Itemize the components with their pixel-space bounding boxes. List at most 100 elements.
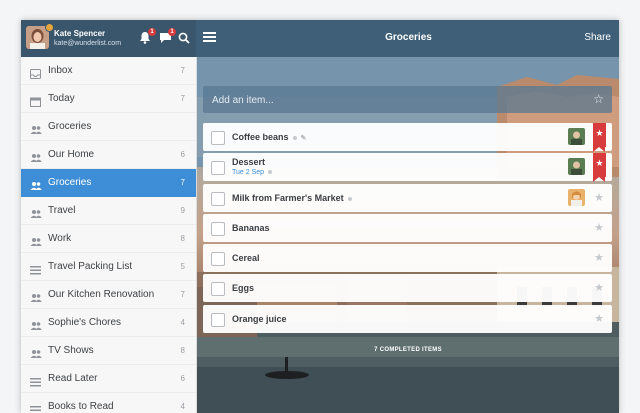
inbox-icon (30, 66, 41, 79)
sidebar-item-label: Books to Read (48, 401, 114, 412)
comments-button[interactable]: 1 (159, 28, 176, 45)
sidebar-item-count: 7 (180, 178, 185, 187)
sidebar-item-label: Sophie's Chores (48, 317, 122, 328)
task-title: Eggs (232, 283, 255, 293)
star-icon[interactable]: ★ (594, 281, 604, 294)
task-title: Milk from Farmer's Market (232, 193, 352, 203)
comment-badge: 1 (168, 28, 176, 36)
sidebar-item-label: Today (48, 93, 75, 104)
people-icon (30, 318, 42, 330)
sidebar-item-read-later[interactable]: Read Later 6 (21, 365, 196, 393)
sidebar-item-count: 9 (180, 206, 185, 215)
list-title: Groceries (385, 32, 432, 43)
assignee-avatar (568, 128, 585, 145)
task-item[interactable]: Milk from Farmer's Market ★ (203, 184, 612, 212)
notifications-button[interactable]: 1 (139, 28, 156, 45)
star-icon[interactable]: ☆ (593, 92, 604, 106)
sidebar-item-count: 7 (180, 94, 185, 103)
note-dot-icon (292, 135, 297, 140)
sidebar-item-groceries[interactable]: Groceries 7 (21, 169, 196, 197)
task-list-area: ☆ Coffee beans✎ ★ Dessert Tue 2 Sep ★ Mi… (197, 57, 619, 413)
people-icon (30, 346, 42, 358)
user-name: Kate Spencer (54, 29, 106, 38)
paperclip-icon: ✎ (300, 134, 307, 142)
sidebar-item-count: 4 (180, 318, 185, 327)
add-item-input[interactable] (203, 86, 584, 115)
list-icon (30, 402, 41, 412)
task-item[interactable]: Orange juice ★ (203, 305, 612, 333)
note-dot-icon (347, 196, 352, 201)
sidebar-item-inbox[interactable]: Inbox 7 (21, 57, 196, 85)
sidebar-item-today[interactable]: Today 7 (21, 85, 196, 113)
sidebar-item-label: Travel Packing List (48, 261, 133, 272)
app-window: Kate Spencer kate@wunderlist.com 1 1 Gro… (21, 20, 619, 413)
sidebar-item-count: 6 (180, 374, 185, 383)
star-icon: ★ (595, 128, 604, 138)
calendar-icon (30, 94, 41, 107)
task-checkbox[interactable] (211, 313, 225, 327)
note-dot-icon (268, 170, 273, 175)
task-checkbox[interactable] (211, 252, 225, 266)
task-title: Bananas (232, 223, 270, 233)
task-item[interactable]: Bananas ★ (203, 214, 612, 242)
list-icon (30, 262, 41, 275)
task-checkbox[interactable] (211, 282, 225, 296)
sidebar-item-work[interactable]: Work 8 (21, 225, 196, 253)
user-panel[interactable]: Kate Spencer kate@wunderlist.com 1 1 (21, 20, 196, 57)
sidebar-item-travel-packing-list[interactable]: Travel Packing List 5 (21, 253, 196, 281)
task-title: Dessert (232, 157, 266, 167)
sidebar-item-books-to-read[interactable]: Books to Read 4 (21, 393, 196, 413)
sidebar: Inbox 7 Today 7 Groceries Our Home 6 Groceries 7… (21, 57, 197, 413)
sidebar-item-label: Travel (48, 205, 76, 216)
task-due-date: Tue 2 Sep (232, 169, 273, 176)
starred-flag[interactable]: ★ (593, 123, 606, 152)
sidebar-item-label: Inbox (48, 65, 73, 76)
sidebar-item-tv-shows[interactable]: TV Shows 8 (21, 337, 196, 365)
star-icon[interactable]: ★ (594, 312, 604, 325)
task-checkbox[interactable] (211, 131, 225, 145)
task-item[interactable]: Dessert Tue 2 Sep ★ (203, 153, 612, 182)
presence-dot (45, 23, 54, 32)
sidebar-item-label: TV Shows (48, 345, 94, 356)
sidebar-item-count: 8 (180, 234, 185, 243)
share-button[interactable]: Share (584, 32, 611, 43)
sidebar-item-label: Read Later (48, 373, 98, 384)
people-icon (30, 150, 42, 162)
people-icon (30, 122, 42, 134)
sidebar-item-count: 4 (180, 402, 185, 411)
people-icon (30, 178, 42, 190)
sidebar-item-sophie-s-chores[interactable]: Sophie's Chores 4 (21, 309, 196, 337)
list-icon (30, 374, 41, 387)
add-item-bar: ☆ (203, 86, 612, 115)
task-item[interactable]: Eggs ★ (203, 274, 612, 302)
sidebar-item-count: 5 (180, 262, 185, 271)
sidebar-item-groceries[interactable]: Groceries (21, 113, 196, 141)
task-title: Orange juice (232, 314, 287, 324)
star-icon[interactable]: ★ (594, 251, 604, 264)
sidebar-item-travel[interactable]: Travel 9 (21, 197, 196, 225)
sidebar-item-our-home[interactable]: Our Home 6 (21, 141, 196, 169)
star-icon[interactable]: ★ (594, 191, 604, 204)
search-button[interactable] (178, 31, 192, 45)
people-icon (30, 234, 42, 246)
task-checkbox[interactable] (211, 222, 225, 236)
sidebar-item-label: Groceries (48, 121, 92, 132)
task-item[interactable]: Coffee beans ✎ ★ (203, 123, 612, 152)
people-icon (30, 206, 42, 218)
sidebar-item-label: Our Home (48, 149, 95, 160)
task-item[interactable]: Cereal ★ (203, 244, 612, 272)
hamburger-menu-button[interactable] (203, 32, 216, 43)
people-icon (30, 290, 42, 302)
notification-badge: 1 (148, 28, 156, 36)
starred-flag[interactable]: ★ (593, 153, 606, 182)
completed-items-toggle[interactable]: 7 COMPLETED ITEMS (197, 347, 619, 353)
task-checkbox[interactable] (211, 161, 225, 175)
task-checkbox[interactable] (211, 192, 225, 206)
star-icon[interactable]: ★ (594, 221, 604, 234)
sidebar-item-our-kitchen-renovation[interactable]: Our Kitchen Renovation 7 (21, 281, 196, 309)
top-bar: Kate Spencer kate@wunderlist.com 1 1 Gro… (21, 20, 619, 57)
sidebar-item-label: Work (48, 233, 72, 244)
sidebar-item-count: 7 (180, 66, 185, 75)
star-icon: ★ (595, 158, 604, 168)
assignee-avatar (568, 189, 585, 206)
